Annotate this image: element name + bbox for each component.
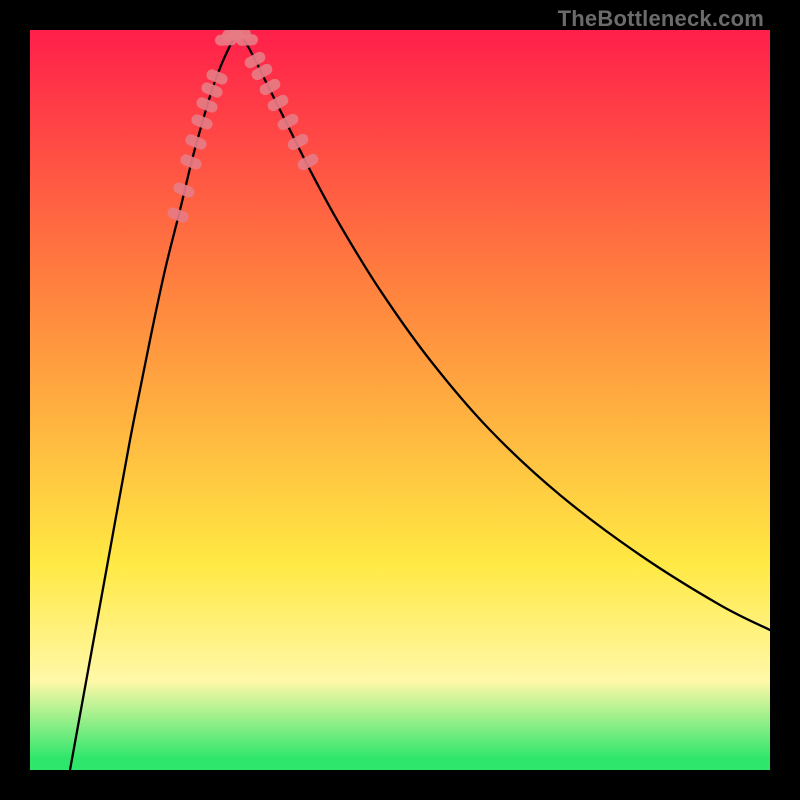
marker-group [166,30,321,224]
watermark-text: TheBottleneck.com [558,6,764,32]
data-marker [286,132,311,152]
curve-group [70,33,770,770]
data-marker [276,112,301,132]
data-marker [195,96,220,114]
data-marker [236,34,258,46]
data-marker [296,152,321,172]
left-curve [70,33,239,770]
curves-layer [30,30,770,770]
data-marker [190,113,215,131]
right-curve [239,33,770,630]
data-marker [258,77,283,97]
data-marker [266,93,291,113]
chart-plot-area [30,30,770,770]
